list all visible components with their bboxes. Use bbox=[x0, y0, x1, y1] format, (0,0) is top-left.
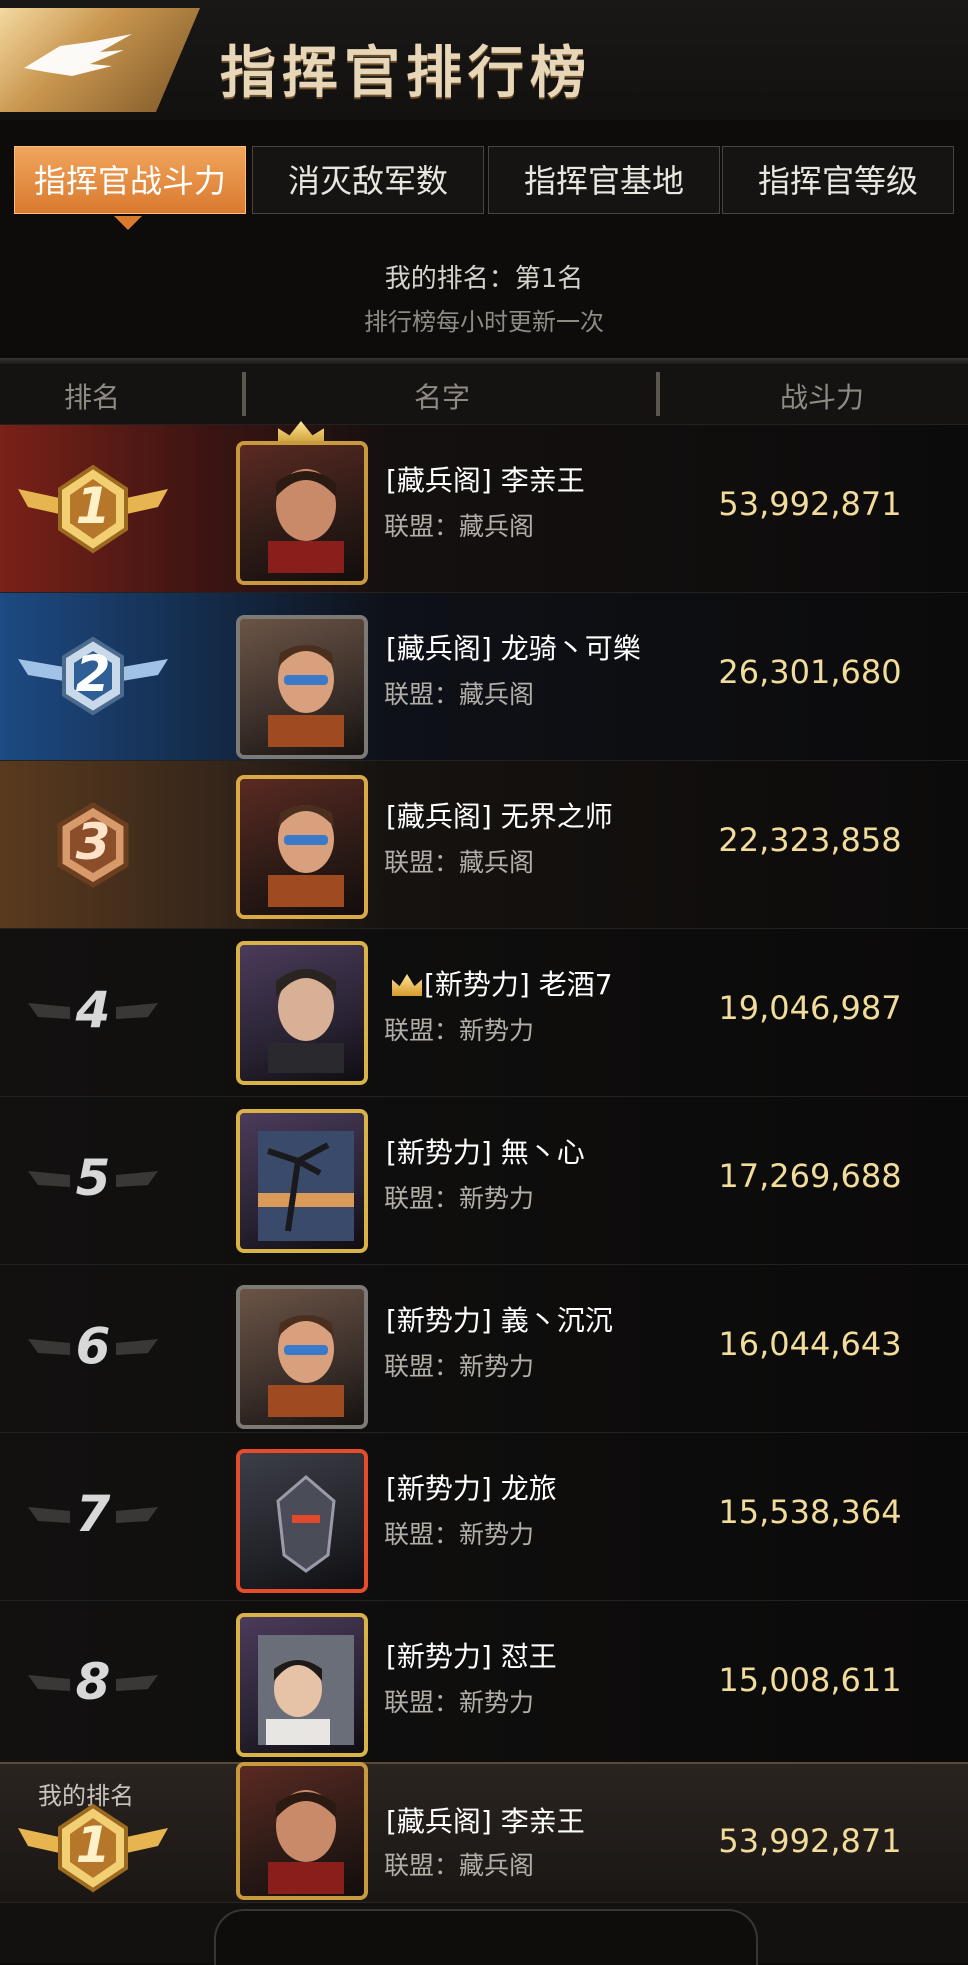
avatar[interactable] bbox=[236, 1285, 368, 1429]
commander-portrait-icon bbox=[268, 1315, 344, 1417]
player-name: [新势力] 老酒7 bbox=[392, 963, 613, 1003]
alliance-name: 联盟：新势力 bbox=[384, 1016, 535, 1045]
column-separator bbox=[242, 372, 246, 416]
table-row[interactable]: 1 [藏兵阁] 李亲王 联盟：藏兵阁 53,992,871 bbox=[0, 421, 968, 592]
crown-icon bbox=[392, 974, 422, 996]
player-name: [新势力] 龙旅 bbox=[386, 1472, 557, 1505]
avatar[interactable] bbox=[236, 1613, 368, 1757]
player-name: [藏兵阁] 龙骑丶可樂 bbox=[386, 632, 641, 665]
rank-badge: 4 bbox=[18, 963, 168, 1063]
column-header: 排名 名字 战斗力 bbox=[0, 364, 968, 424]
alliance-name: 联盟：藏兵阁 bbox=[384, 680, 535, 709]
rank-number: 1 bbox=[75, 1816, 111, 1874]
tab-enemies-destroyed[interactable]: 消灭敌军数 bbox=[252, 146, 484, 214]
avatar[interactable] bbox=[236, 441, 368, 585]
alliance-name: 联盟：新势力 bbox=[384, 1184, 535, 1213]
bottom-bar bbox=[0, 1902, 968, 1965]
power-value: 53,992,871 bbox=[718, 1822, 902, 1860]
rank-badge: 2 bbox=[18, 627, 168, 727]
tab-commander-base[interactable]: 指挥官基地 bbox=[488, 146, 720, 214]
active-tab-pointer bbox=[114, 216, 142, 230]
player-name: [藏兵阁] 李亲王 bbox=[386, 464, 585, 497]
page-title: 指挥官排行榜 bbox=[220, 41, 592, 106]
table-row[interactable]: 2 [藏兵阁] 龙骑丶可樂 联盟：藏兵阁 26,301,680 bbox=[0, 592, 968, 760]
rank-badge: 1 bbox=[18, 459, 168, 559]
column-power: 战斗力 bbox=[780, 381, 865, 414]
commander-portrait-icon bbox=[268, 645, 344, 747]
rank-number: 3 bbox=[75, 813, 111, 871]
my-rank-text: 我的排名：第1名 bbox=[384, 264, 584, 294]
rank-badge: 7 bbox=[18, 1467, 168, 1567]
avatar[interactable] bbox=[236, 775, 368, 919]
rank-number: 1 bbox=[75, 477, 111, 535]
commander-portrait-icon bbox=[268, 469, 344, 573]
column-rank: 排名 bbox=[64, 381, 121, 414]
avatar[interactable] bbox=[236, 1449, 368, 1593]
rank-badge: 6 bbox=[18, 1299, 168, 1399]
power-value: 53,992,871 bbox=[718, 485, 902, 523]
player-name: [藏兵阁] 李亲王 bbox=[386, 1805, 585, 1838]
power-value: 19,046,987 bbox=[718, 989, 902, 1027]
table-row[interactable]: 7 [新势力] 龙旅 联盟：新势力 15,538,364 bbox=[0, 1432, 968, 1600]
rank-badge: 3 bbox=[18, 795, 168, 895]
power-value: 22,323,858 bbox=[718, 821, 902, 859]
table-row[interactable]: 4 [新势力] 老酒7 联盟：新势力 19,046,987 bbox=[0, 928, 968, 1096]
update-note: 排行榜每小时更新一次 bbox=[364, 308, 604, 336]
alliance-name: 联盟：藏兵阁 bbox=[384, 1851, 535, 1880]
player-name: [新势力] 義丶沉沉 bbox=[386, 1304, 613, 1337]
column-name: 名字 bbox=[414, 381, 471, 414]
avatar[interactable] bbox=[236, 941, 368, 1085]
rank-number: 7 bbox=[75, 1485, 111, 1543]
robot-portrait-icon bbox=[276, 1475, 336, 1573]
logo-badge bbox=[0, 8, 200, 112]
avatar[interactable] bbox=[236, 1762, 368, 1900]
rank-badge: 8 bbox=[18, 1635, 168, 1735]
table-row[interactable]: 3 [藏兵阁] 无界之师 联盟：藏兵阁 22,323,858 bbox=[0, 760, 968, 928]
commander-portrait-icon bbox=[268, 1790, 344, 1894]
rank-number: 4 bbox=[75, 981, 111, 1039]
rank-badge: 5 bbox=[18, 1131, 168, 1231]
palm-tree-sunset-icon bbox=[258, 1131, 354, 1241]
commander-portrait-icon bbox=[268, 969, 344, 1073]
rank-number: 2 bbox=[75, 645, 111, 703]
player-name-text: [新势力] 老酒7 bbox=[424, 968, 613, 1001]
tab-commander-power[interactable]: 指挥官战斗力 bbox=[14, 146, 246, 214]
alliance-name: 联盟：新势力 bbox=[384, 1688, 535, 1717]
alliance-name: 联盟：藏兵阁 bbox=[384, 848, 535, 877]
power-value: 16,044,643 bbox=[718, 1325, 902, 1363]
table-row[interactable]: 8 [新势力] 怼王 联盟：新势力 15,008,611 bbox=[0, 1600, 968, 1768]
my-rank-row[interactable]: 我的排名 1 [藏兵阁] 李亲王 联盟：藏兵阁 53,992,871 bbox=[0, 1762, 968, 1904]
rank-number: 6 bbox=[75, 1317, 111, 1375]
power-value: 15,008,611 bbox=[718, 1661, 902, 1699]
player-name: [藏兵阁] 无界之师 bbox=[386, 800, 613, 833]
tab-bar: 指挥官战斗力 消灭敌军数 指挥官基地 指挥官等级 bbox=[14, 146, 954, 216]
commander-portrait-icon bbox=[268, 805, 344, 907]
header: 指挥官排行榜 bbox=[0, 0, 968, 120]
alliance-name: 联盟：藏兵阁 bbox=[384, 512, 535, 541]
avatar[interactable] bbox=[236, 615, 368, 759]
bottom-handle[interactable] bbox=[214, 1909, 758, 1965]
alliance-name: 联盟：新势力 bbox=[384, 1352, 535, 1381]
power-value: 17,269,688 bbox=[718, 1157, 902, 1195]
rank-number: 5 bbox=[75, 1149, 111, 1207]
alliance-name: 联盟：新势力 bbox=[384, 1520, 535, 1549]
rank-number: 8 bbox=[75, 1653, 111, 1711]
table-row[interactable]: 6 [新势力] 義丶沉沉 联盟：新势力 16,044,643 bbox=[0, 1264, 968, 1432]
eagle-emblem-icon bbox=[24, 34, 132, 76]
child-portrait-icon bbox=[258, 1635, 354, 1745]
player-name: [新势力] 怼王 bbox=[386, 1640, 557, 1673]
power-value: 26,301,680 bbox=[718, 653, 902, 691]
tab-commander-level[interactable]: 指挥官等级 bbox=[722, 146, 954, 214]
avatar[interactable] bbox=[236, 1109, 368, 1253]
power-value: 15,538,364 bbox=[718, 1493, 902, 1531]
table-row[interactable]: 5 [新势力] 無丶心 联盟：新势力 17,269,688 bbox=[0, 1096, 968, 1264]
column-separator bbox=[656, 372, 660, 416]
player-name: [新势力] 無丶心 bbox=[386, 1136, 585, 1169]
rank-badge: 1 bbox=[18, 1798, 168, 1898]
